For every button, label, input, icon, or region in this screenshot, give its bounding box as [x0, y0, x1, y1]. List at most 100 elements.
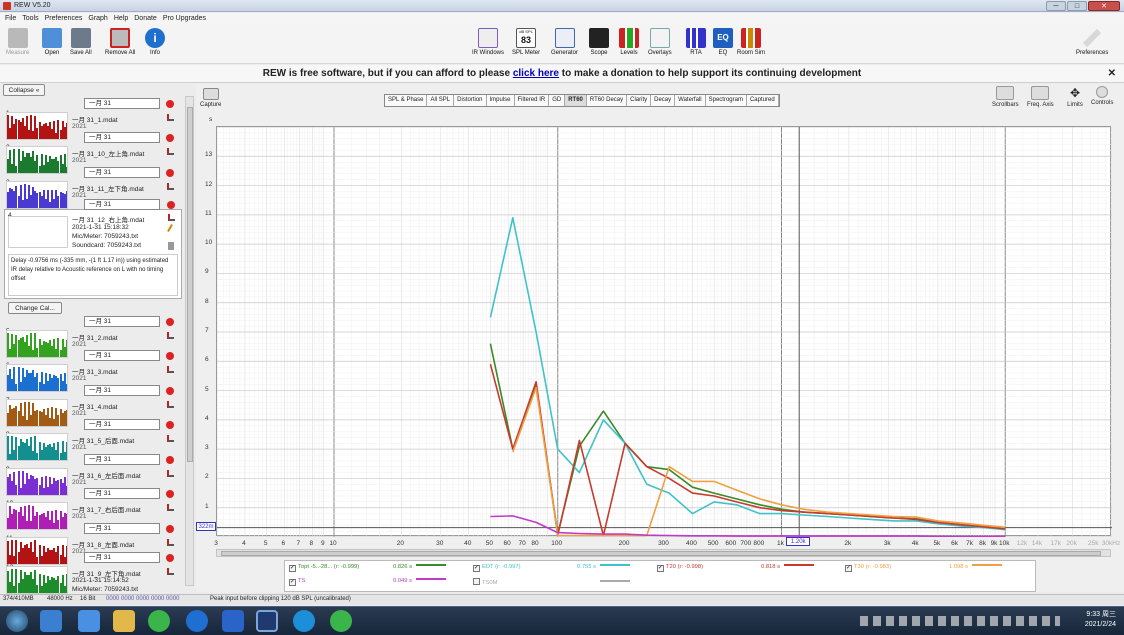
measurement-name-input[interactable]: 一月 31 — [84, 488, 160, 499]
levels-button[interactable]: Levels — [619, 28, 639, 56]
taskbar-app-icon[interactable] — [40, 610, 62, 632]
media-player-icon[interactable] — [148, 610, 170, 632]
taskbar-app-icon[interactable] — [186, 610, 208, 632]
taskbar-app-icon[interactable] — [78, 610, 100, 632]
file-explorer-icon[interactable] — [113, 610, 135, 632]
rta-button[interactable]: RTA — [686, 28, 706, 56]
start-button-icon[interactable] — [6, 610, 28, 632]
system-tray-icons[interactable] — [860, 616, 1060, 626]
tab-waterfall[interactable]: Waterfall — [675, 95, 706, 106]
delete-icon[interactable] — [166, 318, 174, 326]
tab-spl-phase[interactable]: SPL & Phase — [385, 95, 428, 106]
generator-button[interactable]: Generator — [551, 28, 578, 56]
tab-rt60-decay[interactable]: RT60 Decay — [587, 95, 628, 106]
menu-graph[interactable]: Graph — [88, 15, 107, 22]
scope-button[interactable]: Scope — [589, 28, 609, 56]
rt60-plot-area[interactable] — [216, 126, 1113, 538]
legend-item[interactable]: ✓ EDT (r: -0.997) 0.755 s — [473, 564, 630, 572]
chart-icon[interactable] — [167, 435, 174, 442]
tab-rt60[interactable]: RT60 — [565, 95, 587, 106]
measurement-name-input[interactable]: 一月 31 — [84, 132, 160, 143]
measurement-notes[interactable]: Delay -0.9756 ms (-335 mm, -(1 ft 1.17 i… — [8, 254, 178, 296]
legend-item[interactable]: ✓ Topt -5..-28... (r: -0.999) 0.826 s — [289, 564, 446, 572]
chart-icon[interactable] — [167, 568, 174, 575]
measurement-name-input[interactable]: 一月 31 — [84, 167, 160, 178]
tab-filtered-ir[interactable]: Filtered IR — [515, 95, 550, 106]
chart-icon[interactable] — [167, 366, 174, 373]
selected-measurement[interactable]: 一月 31 4 一月 31_12_右上角.mdat 2021-1-31 15:1… — [4, 199, 182, 299]
legend-item[interactable]: ✓ T20 (r: -0.998) 0.818 s — [657, 564, 814, 572]
document-icon[interactable] — [168, 242, 174, 250]
overlays-button[interactable]: Overlays — [648, 28, 672, 56]
chart-icon[interactable] — [168, 214, 175, 221]
maximize-button[interactable]: □ — [1067, 1, 1087, 11]
eq-button[interactable]: EQ EQ — [713, 28, 733, 56]
tab-all-spl[interactable]: All SPL — [427, 95, 455, 106]
delete-icon[interactable] — [166, 525, 174, 533]
tab-decay[interactable]: Decay — [651, 95, 676, 106]
room-sim-button[interactable]: Room Sim — [737, 28, 765, 56]
chart-icon[interactable] — [167, 114, 174, 121]
delete-icon[interactable] — [166, 100, 174, 108]
chart-icon[interactable] — [167, 401, 174, 408]
chart-icon[interactable] — [167, 332, 174, 339]
open-button[interactable]: Open — [42, 28, 62, 56]
tab-gd[interactable]: GD — [549, 95, 566, 106]
menu-help[interactable]: Help — [114, 15, 128, 22]
tab-distortion[interactable]: Distortion — [454, 95, 487, 106]
menu-pro-upgrades[interactable]: Pro Upgrades — [163, 15, 206, 22]
legend-checkbox[interactable]: ✓ — [657, 565, 664, 572]
rew-taskbar-icon[interactable] — [256, 610, 278, 632]
close-banner-icon[interactable]: ✕ — [1108, 65, 1116, 83]
legend-item[interactable]: ✓ TS 0.049 s — [289, 578, 446, 586]
wps-icon[interactable] — [222, 610, 244, 632]
delete-icon[interactable] — [166, 456, 174, 464]
measurement-item-last[interactable]: 一月 31 12 一月 31_9_左下角.mdat 2021-1-31 15:1… — [4, 552, 182, 595]
legend-item[interactable]: ✓ T30 (r: -0.983) 1.098 s — [845, 564, 1002, 572]
measurement-name-input[interactable]: 一月 31 — [84, 552, 160, 563]
selected-delete-icon[interactable] — [167, 201, 175, 209]
measurement-name-input[interactable]: 一月 31 — [84, 419, 160, 430]
wechat-icon[interactable] — [330, 610, 352, 632]
delete-icon[interactable] — [166, 554, 174, 562]
chart-icon[interactable] — [167, 470, 174, 477]
legend-checkbox[interactable] — [473, 578, 480, 585]
menu-preferences[interactable]: Preferences — [45, 15, 83, 22]
delete-icon[interactable] — [166, 352, 174, 360]
legend-item[interactable]: TS0M — [473, 578, 630, 586]
measurement-name-input[interactable]: 一月 31 — [84, 454, 160, 465]
change-cal-button[interactable]: Change Cal... — [8, 302, 62, 314]
preferences-button[interactable]: Preferences — [1076, 28, 1108, 56]
horizontal-scrollbar[interactable] — [216, 549, 1111, 557]
capture-button[interactable]: Capture — [200, 88, 221, 108]
ir-windows-button[interactable]: IR Windows — [472, 28, 504, 56]
menu-donate[interactable]: Donate — [134, 15, 157, 22]
tab-captured[interactable]: Captured — [747, 95, 779, 106]
tab-clarity[interactable]: Clarity — [627, 95, 652, 106]
pencil-icon[interactable] — [167, 224, 173, 232]
taskbar-clock[interactable]: 9:33 周三 2021/2/24 — [1085, 610, 1116, 630]
legend-checkbox[interactable]: ✓ — [473, 565, 480, 572]
controls-button[interactable]: Controls — [1091, 86, 1113, 106]
spl-meter-button[interactable]: dB SPL 83 SPL Meter — [512, 28, 540, 56]
tab-spectrogram[interactable]: Spectrogram — [706, 95, 747, 106]
legend-checkbox[interactable]: ✓ — [289, 579, 296, 586]
measurements-scrollbar[interactable] — [185, 96, 194, 586]
measurement-name-input[interactable]: 一月 31 — [84, 385, 160, 396]
chart-icon[interactable] — [167, 504, 174, 511]
collapse-button[interactable]: Collapse « — [3, 84, 45, 96]
scrollbar-thumb[interactable] — [187, 107, 193, 462]
measurement-name-input[interactable]: 一月 31 — [84, 350, 160, 361]
legend-checkbox[interactable]: ✓ — [845, 565, 852, 572]
remove-all-button[interactable]: Remove All — [105, 28, 135, 56]
info-button[interactable]: i Info — [145, 28, 165, 56]
close-window-button[interactable]: ✕ — [1088, 1, 1120, 11]
menu-file[interactable]: File — [5, 15, 16, 22]
measurement-name-input[interactable]: 一月 31 — [84, 523, 160, 534]
minimize-button[interactable]: ─ — [1046, 1, 1066, 11]
save-all-button[interactable]: Save All — [70, 28, 92, 56]
delete-icon[interactable] — [166, 387, 174, 395]
measurement-name-input[interactable]: 一月 31 — [84, 98, 160, 109]
freq-axis-button[interactable]: Freq. Axis — [1027, 86, 1054, 108]
chart-icon[interactable] — [167, 539, 174, 546]
